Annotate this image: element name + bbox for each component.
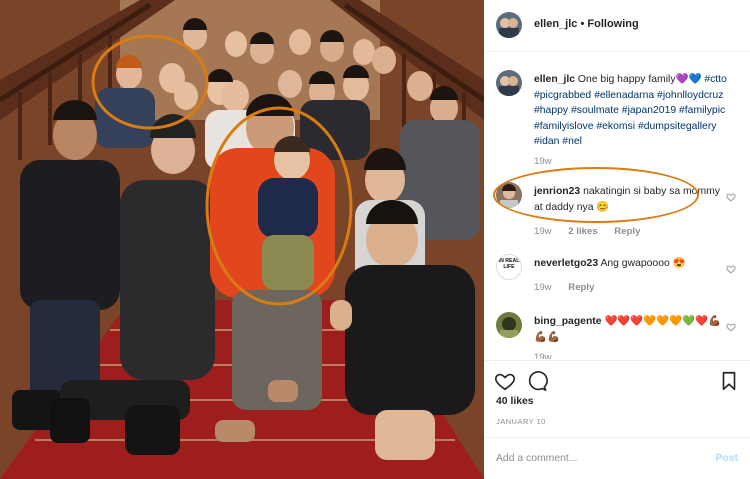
- comment-meta: 19w 2 likes Reply: [534, 226, 654, 237]
- caption-avatar-image: [496, 70, 522, 96]
- commenter-avatar-image: [496, 312, 522, 338]
- caption-meta: 19w: [534, 156, 566, 167]
- add-comment-input[interactable]: Add a comment...: [496, 453, 577, 464]
- comment-like-heart-icon[interactable]: [726, 322, 736, 332]
- post-header: ellen_jlc • Following: [484, 0, 750, 52]
- comment-username[interactable]: jenrion23: [534, 186, 580, 197]
- caption-age[interactable]: 19w: [534, 156, 552, 167]
- follow-status[interactable]: Following: [587, 18, 638, 30]
- comment-reply-button[interactable]: Reply: [568, 282, 594, 293]
- author-avatar-image: [496, 12, 522, 38]
- comment-like-heart-icon[interactable]: [726, 192, 736, 202]
- author-line: ellen_jlc • Following: [534, 18, 639, 30]
- commenter-avatar-image: [496, 182, 522, 208]
- caption-emoji: 💜💙: [675, 74, 702, 85]
- comment-like-heart-icon[interactable]: [726, 264, 736, 274]
- action-bar: [484, 360, 750, 400]
- comment-reply-button[interactable]: Reply: [614, 226, 640, 237]
- caption-text: One big happy family: [577, 74, 676, 85]
- commenter-avatar[interactable]: [496, 182, 522, 208]
- caption-avatar[interactable]: [496, 70, 522, 96]
- comment-age[interactable]: 19w: [534, 352, 552, 359]
- comment-username[interactable]: bing_pagente: [534, 316, 602, 327]
- post-comment-button[interactable]: Post: [715, 453, 738, 464]
- likes-count[interactable]: 40 likes: [496, 396, 534, 407]
- family-group-photo: [0, 0, 484, 479]
- comment-meta: 19w Reply: [534, 282, 608, 293]
- caption-username[interactable]: ellen_jlc: [534, 74, 575, 85]
- commenter-avatar[interactable]: [496, 312, 522, 338]
- post-side-panel: ellen_jlc • Following ellen_jlc One big …: [484, 0, 750, 479]
- comment-text-block: jenrion23 nakatingin si baby sa mommy at…: [534, 184, 730, 215]
- post-photo[interactable]: [0, 0, 484, 479]
- author-username[interactable]: ellen_jlc: [534, 18, 577, 30]
- comment-text-block: neverletgo23 Ang gwapoooo 😍: [534, 256, 730, 272]
- comment-likes-count[interactable]: 2 likes: [568, 226, 597, 237]
- comment-bubble-icon[interactable]: [526, 370, 548, 392]
- author-avatar[interactable]: [496, 12, 522, 38]
- comment-username[interactable]: neverletgo23: [534, 258, 598, 269]
- header-separator: •: [580, 18, 585, 30]
- comment-emoji: 😍: [672, 258, 686, 269]
- commenter-avatar-text: IN REAL LIFE: [498, 258, 520, 270]
- post-date: JANUARY 10: [496, 417, 546, 426]
- bookmark-icon[interactable]: [718, 370, 740, 392]
- caption-text-block: ellen_jlc One big happy family💜💙 #ctto #…: [534, 72, 730, 150]
- commenter-avatar[interactable]: IN REAL LIFE: [496, 254, 522, 280]
- heart-outline-icon[interactable]: [494, 370, 516, 392]
- add-comment-bar: Add a comment... Post: [484, 437, 750, 479]
- comment-age[interactable]: 19w: [534, 282, 552, 293]
- comment-text-block: bing_pagente ❤️❤️❤️🧡🧡🧡💚❤️💪🏾💪🏾💪🏾: [534, 314, 730, 348]
- comment-emoji: 😊: [596, 201, 610, 213]
- comment-age[interactable]: 19w: [534, 226, 552, 237]
- comment-meta: 19w: [534, 352, 566, 359]
- comment-text: Ang gwapoooo: [600, 258, 670, 269]
